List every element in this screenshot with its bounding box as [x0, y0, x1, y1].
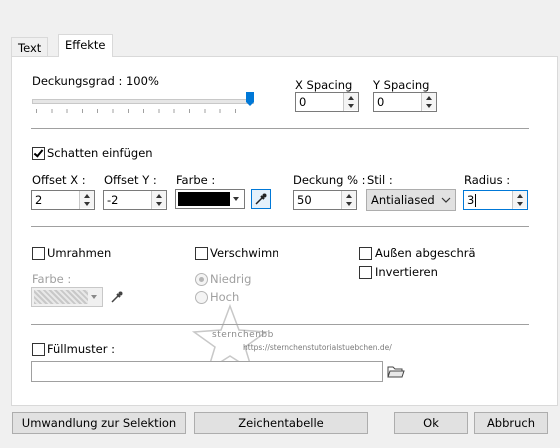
offset-y-value: -2 [107, 193, 119, 207]
offset-x-value: 2 [35, 193, 43, 207]
convert-to-selection-button[interactable]: Umwandlung zur Selektion [12, 412, 186, 434]
x-spacing-spinbox[interactable]: 0 [295, 92, 359, 112]
tab-effekte[interactable]: Effekte [58, 34, 113, 57]
border-checkbox-label: Umrahmen [47, 246, 112, 260]
chevron-down-icon [233, 197, 239, 201]
shadow-opacity-spinbox[interactable]: 50 [293, 190, 357, 210]
tab-text[interactable]: Text [11, 37, 49, 58]
character-map-button[interactable]: Zeichentabelle [194, 412, 368, 434]
slider-thumb[interactable] [246, 92, 254, 102]
border-color-label: Farbe : [32, 272, 72, 286]
chevron-down-icon [441, 197, 451, 203]
folder-open-icon[interactable] [387, 364, 405, 380]
shadow-opacity-label: Deckung % : [293, 173, 366, 187]
slider-ticks [36, 109, 250, 113]
blur-checkbox[interactable] [195, 247, 208, 260]
spin-down-button[interactable] [513, 200, 527, 208]
separator [31, 324, 529, 325]
offset-x-spinbox[interactable]: 2 [31, 190, 95, 210]
x-spacing-label: X Spacing [295, 78, 353, 92]
shadow-checkbox-label: Schatten einfügen [47, 146, 153, 160]
y-spacing-value: 0 [377, 95, 385, 109]
fill-pattern-label: Füllmuster : [47, 342, 115, 356]
x-spacing-value: 0 [299, 95, 307, 109]
border-color-swatch [34, 290, 88, 304]
cancel-button[interactable]: Abbruch [474, 412, 548, 434]
spin-down-button[interactable] [344, 102, 358, 110]
shadow-style-value: Antialiased [371, 193, 435, 207]
chevron-down-icon [91, 295, 97, 299]
shadow-color-dropdown[interactable] [175, 189, 245, 209]
eyedropper-icon [255, 193, 267, 205]
offset-y-spinbox[interactable]: -2 [103, 190, 167, 210]
fill-pattern-checkbox[interactable] [32, 343, 45, 356]
blur-low-radio[interactable] [195, 273, 208, 286]
watermark-title: sternchenbb [212, 330, 274, 340]
shadow-color-swatch [178, 192, 230, 206]
spin-down-button[interactable] [152, 200, 166, 208]
spin-down-button[interactable] [422, 102, 436, 110]
shadow-color-label: Farbe : [176, 173, 216, 187]
offset-y-label: Offset Y : [104, 173, 157, 187]
spin-down-button[interactable] [342, 200, 356, 208]
shadow-style-select[interactable]: Antialiased [366, 189, 456, 211]
separator [31, 128, 529, 129]
separator [31, 226, 529, 227]
slider-track [32, 99, 254, 104]
bevel-outer-label: Außen abgeschräg [375, 246, 475, 260]
border-checkbox[interactable] [32, 247, 45, 260]
invert-checkbox[interactable] [359, 266, 372, 279]
watermark-url: https://sternchenstutorialstuebchen.de/ [243, 343, 392, 352]
shadow-radius-spinbox[interactable]: 3 [463, 190, 528, 210]
eyedropper-button[interactable] [251, 189, 271, 209]
eyedropper-icon[interactable] [108, 288, 126, 306]
y-spacing-spinbox[interactable]: 0 [373, 92, 437, 112]
blur-checkbox-label: Verschwimm [210, 246, 278, 260]
invert-label: Invertieren [375, 265, 438, 279]
ok-button[interactable]: Ok [394, 412, 468, 434]
shadow-radius-value[interactable]: 3 [467, 193, 474, 208]
text-cursor [475, 194, 476, 207]
shadow-radius-label: Radius : [464, 173, 511, 187]
y-spacing-label: Y Spacing [373, 78, 430, 92]
blur-low-label: Niedrig [210, 272, 252, 286]
border-color-dropdown[interactable] [31, 287, 103, 307]
spin-down-button[interactable] [80, 200, 94, 208]
offset-x-label: Offset X : [32, 173, 86, 187]
opacity-slider[interactable] [32, 92, 257, 114]
opacity-label: Deckungsgrad : 100% [32, 74, 159, 88]
bevel-outer-checkbox[interactable] [359, 247, 372, 260]
slider-thumb-tip [246, 102, 254, 106]
shadow-opacity-value: 50 [297, 193, 312, 207]
shadow-checkbox[interactable] [32, 147, 45, 160]
shadow-style-label: Stil : [367, 173, 393, 187]
fill-pattern-path-input[interactable] [31, 361, 383, 382]
